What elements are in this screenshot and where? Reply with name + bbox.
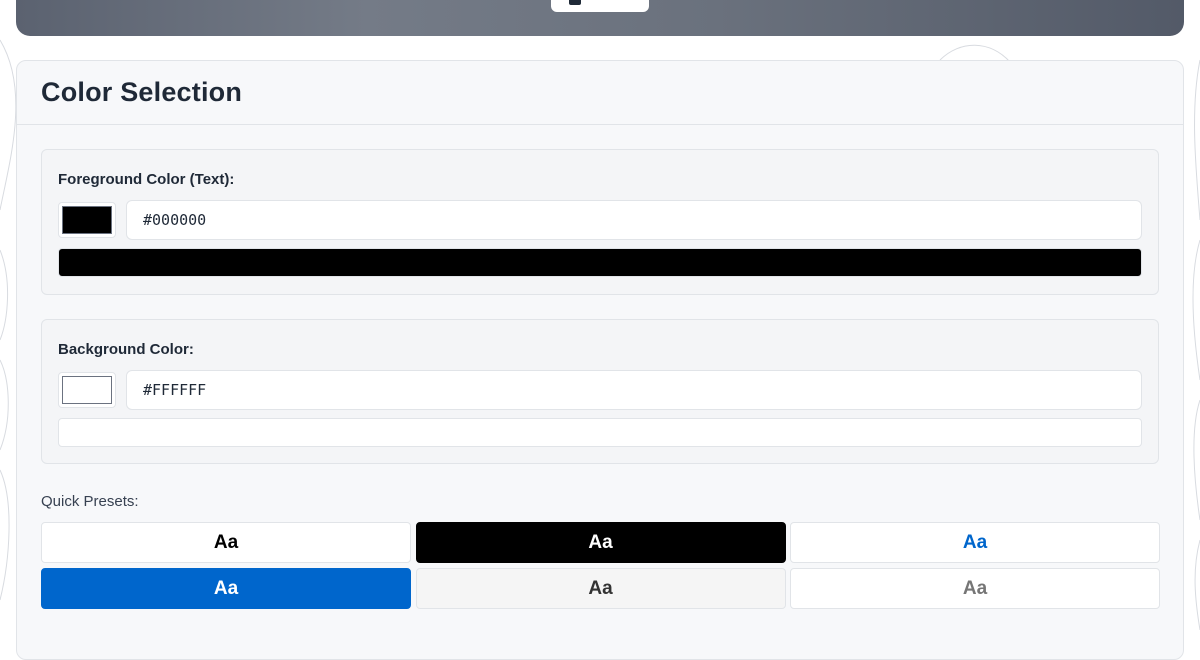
foreground-color-picker[interactable] [58, 202, 116, 238]
preset-button-black-on-white[interactable]: Aa [41, 522, 411, 563]
header-tab[interactable] [551, 0, 649, 12]
background-preview-bar [58, 418, 1142, 447]
background-color-label: Background Color: [58, 341, 194, 358]
card-header: Color Selection [17, 61, 1183, 125]
background-swatch [62, 376, 112, 404]
foreground-color-label: Foreground Color (Text): [58, 171, 235, 188]
preset-button-gray-on-white[interactable]: Aa [790, 568, 1160, 609]
foreground-swatch [62, 206, 112, 234]
foreground-hex-input[interactable] [126, 200, 1142, 240]
preset-button-blue-on-white[interactable]: Aa [790, 522, 1160, 563]
foreground-color-panel: Foreground Color (Text): [41, 149, 1159, 295]
top-header-bar [16, 0, 1184, 36]
card-title: Color Selection [41, 77, 243, 107]
background-color-picker[interactable] [58, 372, 116, 408]
preset-grid: Aa Aa Aa Aa Aa Aa [41, 522, 1160, 609]
preset-button-dark-on-light-gray[interactable]: Aa [415, 568, 786, 609]
color-selection-card: Color Selection Foreground Color (Text):… [16, 60, 1184, 660]
preset-button-white-on-black[interactable]: Aa [415, 522, 786, 563]
header-tab-icon [569, 0, 581, 5]
quick-presets-label: Quick Presets: [41, 493, 139, 510]
background-hex-input[interactable] [126, 370, 1142, 410]
foreground-preview-bar [58, 248, 1142, 277]
background-color-panel: Background Color: [41, 319, 1159, 464]
preset-button-white-on-blue[interactable]: Aa [41, 568, 411, 609]
